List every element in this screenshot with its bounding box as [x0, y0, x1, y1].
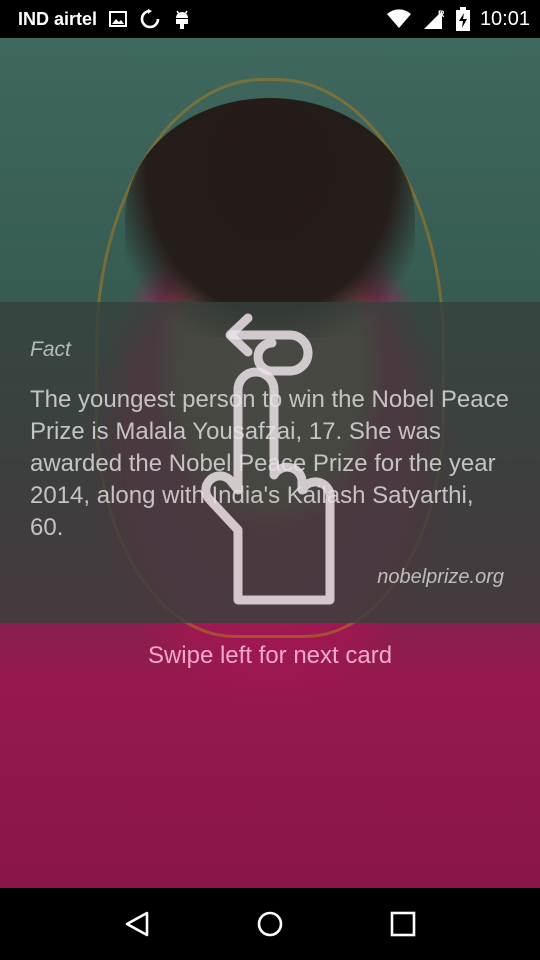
image-icon	[109, 11, 128, 27]
recents-button[interactable]	[373, 894, 433, 954]
signal-roaming-icon: R	[422, 8, 446, 30]
android-icon	[173, 8, 191, 30]
carrier-name: IND airtel	[18, 8, 98, 29]
back-icon	[125, 911, 148, 937]
fact-source: nobelprize.org	[377, 566, 504, 588]
status-left: IND airtel	[18, 8, 191, 30]
wifi-icon	[386, 9, 412, 29]
battery-charging-icon	[455, 7, 470, 31]
sync-icon	[139, 8, 161, 30]
status-right: R 10:01	[386, 7, 530, 31]
status-bar: IND airtel R 10:01	[0, 0, 540, 38]
home-icon	[257, 911, 283, 937]
swipe-hint: Swipe left for next card	[147, 642, 393, 669]
clock: 10:01	[479, 7, 530, 30]
home-button[interactable]	[240, 894, 300, 954]
recents-icon	[391, 911, 416, 937]
back-button[interactable]	[107, 894, 167, 954]
navigation-bar	[0, 888, 540, 960]
swipe-gesture-icon	[180, 300, 350, 610]
svg-text:R: R	[438, 9, 445, 19]
fact-label: Fact	[30, 338, 71, 361]
